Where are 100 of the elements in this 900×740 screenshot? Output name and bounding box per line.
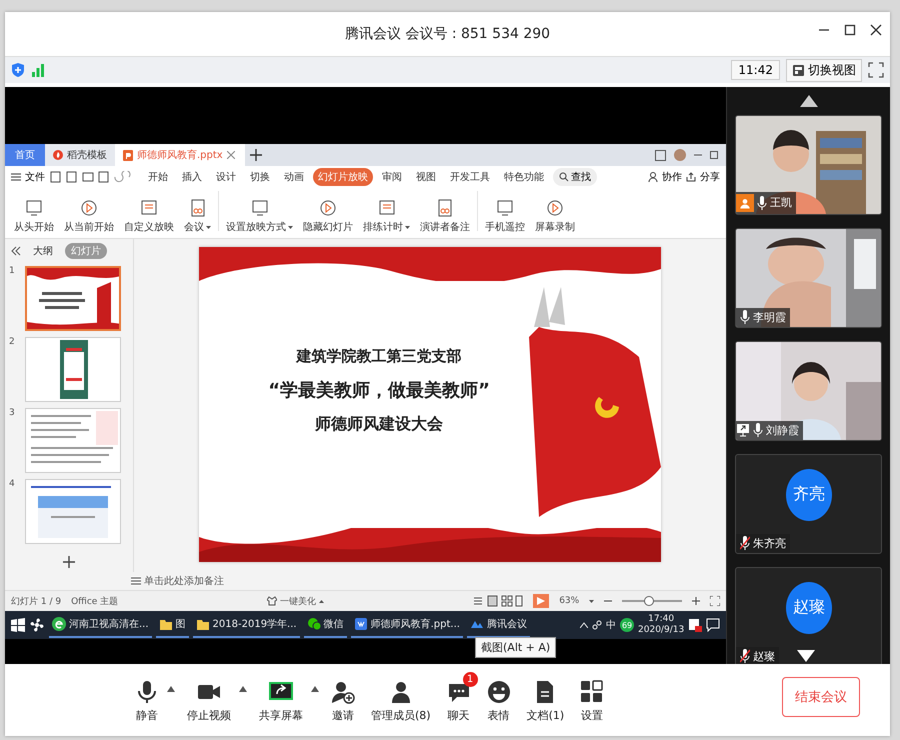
ribbon-tab[interactable]: 切换 (245, 168, 275, 186)
folder-icon (158, 617, 173, 631)
add-slide-icon[interactable] (63, 556, 75, 568)
ribbon-tab[interactable]: 开始 (143, 168, 173, 186)
ribbon-tab[interactable]: 视图 (411, 168, 441, 186)
minimize-icon[interactable] (694, 154, 702, 156)
person-icon[interactable] (648, 172, 658, 182)
play-button[interactable] (533, 594, 550, 608)
zoom-slider[interactable] (644, 596, 654, 606)
taskbar-item[interactable]: 师德师风教育.ppt... (350, 612, 463, 638)
ribbon-tool[interactable]: 从当前开始 (61, 199, 117, 234)
toolbar-glyph-icon (546, 199, 564, 217)
tooltip: 截图(Alt + A) (475, 637, 556, 658)
network-icon[interactable] (592, 620, 602, 630)
layout-icon (792, 64, 805, 76)
beautify-button[interactable]: 一键美化 (267, 594, 324, 608)
participant-tile[interactable]: 李明霞 (735, 228, 882, 328)
end-meeting-button[interactable]: 结束会议 (782, 677, 860, 717)
ribbon-tab[interactable]: 设计 (211, 168, 241, 186)
participant-name: 朱齐亮 (753, 536, 786, 551)
close-icon[interactable] (870, 24, 882, 36)
action-center-icon[interactable] (706, 618, 720, 632)
taskbar-item[interactable]: 微信 (304, 612, 347, 638)
share-icon[interactable] (686, 172, 696, 182)
slide-thumbnail[interactable] (25, 266, 121, 331)
taskbar-item[interactable]: 图 (156, 612, 189, 638)
caret-icon[interactable] (167, 686, 175, 692)
slide-thumbnail[interactable] (25, 337, 121, 402)
caret-icon[interactable] (239, 686, 247, 692)
ribbon-tool[interactable]: 演讲者备注 (417, 199, 473, 234)
taskbar-item[interactable]: 河南卫视高清在... (49, 612, 152, 638)
notes-placeholder[interactable]: 单击此处添加备注 (144, 574, 224, 588)
toolbar-glyph-icon (140, 199, 158, 217)
slide-text: 师德师风建设大会 (315, 414, 444, 435)
fullscreen-icon[interactable] (868, 62, 884, 78)
toolbar-button[interactable]: 文档(1) (518, 672, 572, 722)
toolbar-glyph-icon (80, 199, 98, 217)
ribbon-tool[interactable]: 手机遥控 (482, 199, 528, 234)
scroll-down-icon[interactable] (797, 650, 816, 662)
ribbon-tab[interactable]: 审阅 (377, 168, 407, 186)
menu-icon[interactable] (11, 172, 21, 182)
toolbar-button[interactable]: 管理成员(8) (363, 672, 439, 722)
app-tab[interactable]: 稻壳模板 (45, 144, 115, 166)
ribbon-tool[interactable]: 设置放映方式 (223, 199, 296, 234)
share-link[interactable]: 分享 (700, 170, 720, 184)
window-icon[interactable] (655, 150, 666, 160)
ribbon-tool[interactable]: 隐藏幻灯片 (300, 199, 356, 234)
toolbar-button[interactable]: 停止视频 (179, 672, 239, 722)
restore-icon[interactable] (710, 151, 718, 159)
ribbon-tool[interactable]: 从头开始 (11, 199, 57, 234)
notification-icon[interactable] (688, 618, 702, 632)
taskbar-item[interactable]: 2018-2019学年... (192, 612, 300, 638)
input-method-indicator[interactable]: 中 (606, 618, 616, 632)
zoom-in-icon[interactable] (692, 597, 700, 605)
search-button[interactable]: 查找 (553, 168, 597, 186)
toolbar-button[interactable]: 共享屏幕 (251, 672, 311, 722)
ribbon-tab[interactable]: 开发工具 (445, 168, 495, 186)
toolbar-glyph-icon (188, 199, 206, 217)
app-tab[interactable]: 师德师风教育.pptx (115, 144, 245, 166)
ribbon-tool[interactable]: 屏幕录制 (532, 199, 578, 234)
zoom-level: 63% (559, 596, 580, 606)
collaborate-link[interactable]: 协作 (662, 170, 682, 184)
notes-icon (131, 576, 141, 586)
search-icon (559, 172, 569, 182)
file-menu[interactable]: 文件 (25, 170, 45, 184)
scroll-up-icon[interactable] (800, 95, 818, 107)
windows-logo-icon[interactable] (11, 618, 25, 632)
fit-icon[interactable] (710, 596, 720, 606)
toolbar-button[interactable]: 静音 (127, 672, 167, 722)
slide-number: 2 (9, 337, 16, 347)
participant-tile[interactable]: 赵璨 赵璨 (735, 566, 882, 664)
slide-thumbnail[interactable] (25, 479, 121, 544)
toolbar-button[interactable]: 邀请 (323, 672, 363, 722)
panel-tab[interactable]: 大纲 (27, 243, 59, 259)
switch-view-button[interactable]: 切换视图 (786, 58, 862, 82)
participant-tile[interactable]: 王凯 (735, 114, 882, 215)
notification-badge: 1 (462, 672, 478, 686)
ribbon-tab[interactable]: 动画 (279, 168, 309, 186)
ribbon-tab[interactable]: 特色功能 (499, 168, 549, 186)
view-modes-drawing (473, 595, 524, 607)
participant-tile[interactable]: 刘静霞 (735, 340, 882, 441)
ribbon-tool[interactable]: 会议 (181, 199, 214, 234)
ribbon-tab[interactable]: 插入 (177, 168, 207, 186)
slide-thumbnail[interactable] (25, 408, 121, 473)
participant-tile[interactable]: 齐亮 朱齐亮 (735, 454, 882, 554)
toolbar-button[interactable]: 设置 (572, 672, 612, 722)
collapse-icon[interactable] (11, 246, 21, 256)
toolbar-button[interactable]: 聊天 1 (438, 672, 479, 722)
slide-number: 4 (9, 479, 16, 489)
shield-icon[interactable] (11, 62, 25, 78)
ribbon-tool[interactable]: 自定义放映 (121, 199, 177, 234)
add-person-icon (331, 680, 355, 704)
caret-icon[interactable] (311, 686, 319, 692)
ribbon-tool[interactable]: 排练计时 (360, 199, 413, 234)
app-tab[interactable]: 首页 (5, 144, 45, 166)
fan-icon[interactable] (29, 617, 45, 633)
caret-icon[interactable] (580, 622, 588, 628)
toolbar-button[interactable]: 表情 (478, 672, 519, 722)
maximize-icon[interactable] (844, 24, 856, 36)
caret-icon[interactable] (589, 600, 594, 602)
